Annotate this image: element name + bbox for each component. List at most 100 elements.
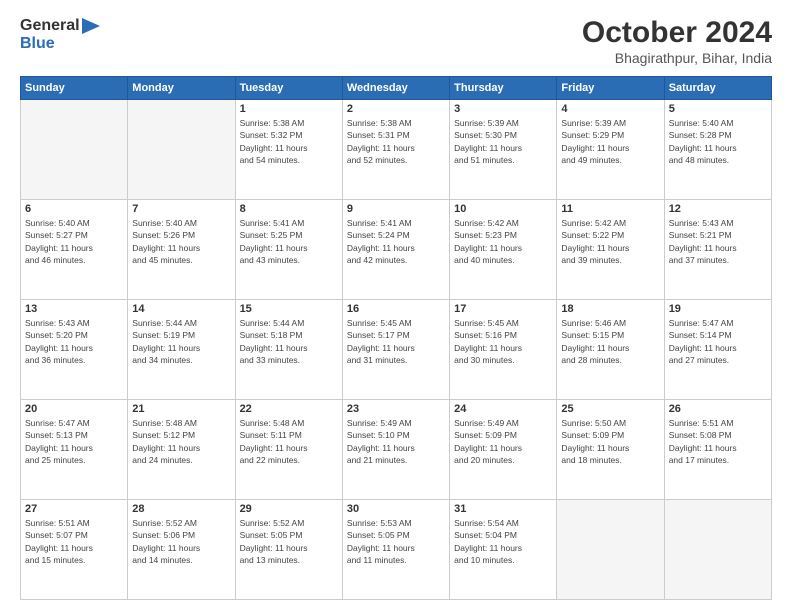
day-number: 12 (669, 203, 767, 215)
sunrise-label: Sunrise: 5:44 AM (240, 318, 305, 328)
table-cell: 29 Sunrise: 5:52 AM Sunset: 5:05 PM Dayl… (235, 500, 342, 600)
col-thursday: Thursday (450, 77, 557, 100)
daylight-minutes: and 24 minutes. (132, 455, 192, 465)
cell-info: Sunrise: 5:38 AM Sunset: 5:31 PM Dayligh… (347, 117, 445, 166)
title-block: October 2024 Bhagirathpur, Bihar, India (582, 16, 772, 66)
table-cell: 16 Sunrise: 5:45 AM Sunset: 5:17 PM Dayl… (342, 300, 449, 400)
sunset-label: Sunset: 5:15 PM (561, 330, 624, 340)
table-cell: 4 Sunrise: 5:39 AM Sunset: 5:29 PM Dayli… (557, 100, 664, 200)
table-cell: 9 Sunrise: 5:41 AM Sunset: 5:24 PM Dayli… (342, 200, 449, 300)
week-row-3: 13 Sunrise: 5:43 AM Sunset: 5:20 PM Dayl… (21, 300, 772, 400)
daylight-minutes: and 25 minutes. (25, 455, 85, 465)
daylight-minutes: and 54 minutes. (240, 155, 300, 165)
sunset-label: Sunset: 5:10 PM (347, 430, 410, 440)
sunset-label: Sunset: 5:16 PM (454, 330, 517, 340)
day-number: 29 (240, 503, 338, 515)
sunrise-label: Sunrise: 5:53 AM (347, 518, 412, 528)
daylight-minutes: and 34 minutes. (132, 355, 192, 365)
month-title: October 2024 (582, 16, 772, 50)
daylight-minutes: and 33 minutes. (240, 355, 300, 365)
day-number: 2 (347, 103, 445, 115)
daylight-minutes: and 15 minutes. (25, 555, 85, 565)
sunset-label: Sunset: 5:11 PM (240, 430, 302, 440)
daylight-label: Daylight: 11 hours (132, 543, 200, 553)
table-cell: 7 Sunrise: 5:40 AM Sunset: 5:26 PM Dayli… (128, 200, 235, 300)
sunrise-label: Sunrise: 5:41 AM (240, 218, 305, 228)
page: General Blue October 2024 Bhagirathpur, … (0, 0, 792, 612)
col-sunday: Sunday (21, 77, 128, 100)
table-cell: 28 Sunrise: 5:52 AM Sunset: 5:06 PM Dayl… (128, 500, 235, 600)
table-cell: 11 Sunrise: 5:42 AM Sunset: 5:22 PM Dayl… (557, 200, 664, 300)
cell-info: Sunrise: 5:45 AM Sunset: 5:17 PM Dayligh… (347, 317, 445, 366)
cell-info: Sunrise: 5:54 AM Sunset: 5:04 PM Dayligh… (454, 517, 552, 566)
sunset-label: Sunset: 5:28 PM (669, 130, 732, 140)
sunrise-label: Sunrise: 5:43 AM (25, 318, 90, 328)
sunset-label: Sunset: 5:14 PM (669, 330, 732, 340)
table-cell: 1 Sunrise: 5:38 AM Sunset: 5:32 PM Dayli… (235, 100, 342, 200)
sunset-label: Sunset: 5:19 PM (132, 330, 195, 340)
table-cell: 23 Sunrise: 5:49 AM Sunset: 5:10 PM Dayl… (342, 400, 449, 500)
sunrise-label: Sunrise: 5:44 AM (132, 318, 197, 328)
daylight-label: Daylight: 11 hours (454, 543, 522, 553)
cell-info: Sunrise: 5:45 AM Sunset: 5:16 PM Dayligh… (454, 317, 552, 366)
daylight-minutes: and 31 minutes. (347, 355, 407, 365)
daylight-label: Daylight: 11 hours (669, 443, 737, 453)
sunset-label: Sunset: 5:32 PM (240, 130, 303, 140)
table-cell: 3 Sunrise: 5:39 AM Sunset: 5:30 PM Dayli… (450, 100, 557, 200)
sunset-label: Sunset: 5:05 PM (240, 530, 303, 540)
cell-info: Sunrise: 5:39 AM Sunset: 5:30 PM Dayligh… (454, 117, 552, 166)
sunset-label: Sunset: 5:29 PM (561, 130, 624, 140)
table-cell: 22 Sunrise: 5:48 AM Sunset: 5:11 PM Dayl… (235, 400, 342, 500)
cell-info: Sunrise: 5:51 AM Sunset: 5:07 PM Dayligh… (25, 517, 123, 566)
daylight-minutes: and 46 minutes. (25, 255, 85, 265)
sunrise-label: Sunrise: 5:45 AM (454, 318, 519, 328)
daylight-label: Daylight: 11 hours (240, 343, 308, 353)
cell-info: Sunrise: 5:43 AM Sunset: 5:20 PM Dayligh… (25, 317, 123, 366)
cell-info: Sunrise: 5:40 AM Sunset: 5:26 PM Dayligh… (132, 217, 230, 266)
daylight-label: Daylight: 11 hours (561, 443, 629, 453)
calendar-header-row: Sunday Monday Tuesday Wednesday Thursday… (21, 77, 772, 100)
sunrise-label: Sunrise: 5:43 AM (669, 218, 734, 228)
daylight-minutes: and 28 minutes. (561, 355, 621, 365)
sunset-label: Sunset: 5:24 PM (347, 230, 410, 240)
daylight-minutes: and 43 minutes. (240, 255, 300, 265)
week-row-5: 27 Sunrise: 5:51 AM Sunset: 5:07 PM Dayl… (21, 500, 772, 600)
table-cell: 6 Sunrise: 5:40 AM Sunset: 5:27 PM Dayli… (21, 200, 128, 300)
daylight-label: Daylight: 11 hours (561, 243, 629, 253)
sunset-label: Sunset: 5:23 PM (454, 230, 517, 240)
day-number: 9 (347, 203, 445, 215)
sunrise-label: Sunrise: 5:47 AM (25, 418, 90, 428)
header: General Blue October 2024 Bhagirathpur, … (20, 16, 772, 66)
daylight-label: Daylight: 11 hours (132, 443, 200, 453)
daylight-minutes: and 18 minutes. (561, 455, 621, 465)
daylight-minutes: and 36 minutes. (25, 355, 85, 365)
sunrise-label: Sunrise: 5:45 AM (347, 318, 412, 328)
table-cell: 20 Sunrise: 5:47 AM Sunset: 5:13 PM Dayl… (21, 400, 128, 500)
sunrise-label: Sunrise: 5:48 AM (240, 418, 305, 428)
day-number: 3 (454, 103, 552, 115)
day-number: 11 (561, 203, 659, 215)
sunset-label: Sunset: 5:27 PM (25, 230, 88, 240)
cell-info: Sunrise: 5:39 AM Sunset: 5:29 PM Dayligh… (561, 117, 659, 166)
daylight-label: Daylight: 11 hours (669, 243, 737, 253)
cell-info: Sunrise: 5:52 AM Sunset: 5:05 PM Dayligh… (240, 517, 338, 566)
daylight-minutes: and 20 minutes. (454, 455, 514, 465)
table-cell: 17 Sunrise: 5:45 AM Sunset: 5:16 PM Dayl… (450, 300, 557, 400)
table-cell: 19 Sunrise: 5:47 AM Sunset: 5:14 PM Dayl… (664, 300, 771, 400)
daylight-label: Daylight: 11 hours (454, 143, 522, 153)
day-number: 22 (240, 403, 338, 415)
cell-info: Sunrise: 5:50 AM Sunset: 5:09 PM Dayligh… (561, 417, 659, 466)
sunrise-label: Sunrise: 5:51 AM (669, 418, 734, 428)
cell-info: Sunrise: 5:41 AM Sunset: 5:25 PM Dayligh… (240, 217, 338, 266)
daylight-minutes: and 10 minutes. (454, 555, 514, 565)
sunrise-label: Sunrise: 5:51 AM (25, 518, 90, 528)
table-cell: 21 Sunrise: 5:48 AM Sunset: 5:12 PM Dayl… (128, 400, 235, 500)
daylight-label: Daylight: 11 hours (240, 443, 308, 453)
logo-triangle-icon (82, 18, 100, 34)
sunset-label: Sunset: 5:22 PM (561, 230, 624, 240)
daylight-label: Daylight: 11 hours (25, 443, 93, 453)
daylight-label: Daylight: 11 hours (561, 343, 629, 353)
sunset-label: Sunset: 5:07 PM (25, 530, 88, 540)
cell-info: Sunrise: 5:44 AM Sunset: 5:18 PM Dayligh… (240, 317, 338, 366)
day-number: 14 (132, 303, 230, 315)
